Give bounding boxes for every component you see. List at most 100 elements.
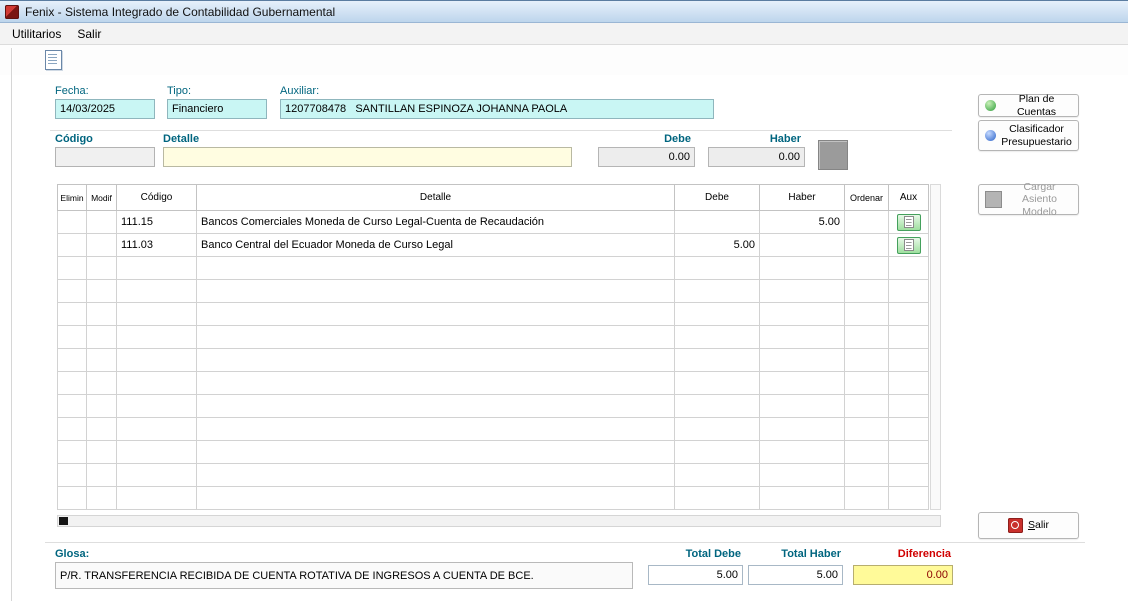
empty-cell bbox=[760, 487, 845, 510]
grid-hscrollbar[interactable] bbox=[57, 515, 941, 527]
fecha-input[interactable] bbox=[55, 99, 155, 119]
table-row-empty bbox=[58, 395, 929, 418]
salir-rest: alir bbox=[1035, 519, 1049, 531]
cell-ordenar bbox=[845, 211, 889, 234]
cargar-asiento-modelo-button[interactable]: Cargar Asiento Modelo bbox=[978, 184, 1079, 215]
tipo-input[interactable] bbox=[167, 99, 267, 119]
aux-button[interactable] bbox=[897, 214, 921, 231]
left-panel-divider bbox=[11, 48, 12, 601]
table-row-empty bbox=[58, 372, 929, 395]
fecha-label: Fecha: bbox=[55, 85, 89, 97]
empty-cell bbox=[87, 395, 117, 418]
auxiliar-input[interactable] bbox=[280, 99, 714, 119]
document-icon bbox=[904, 216, 914, 228]
menu-utilitarios[interactable]: Utilitarios bbox=[4, 25, 69, 43]
aux-button[interactable] bbox=[897, 237, 921, 254]
salir-button[interactable]: Salir bbox=[978, 512, 1079, 539]
cell-elimin[interactable] bbox=[58, 234, 87, 257]
grid-vscrollbar[interactable] bbox=[930, 184, 941, 510]
col-header-detalle: Detalle bbox=[197, 185, 675, 211]
total-haber-label: Total Haber bbox=[748, 548, 841, 560]
table-row-empty bbox=[58, 487, 929, 510]
add-entry-button[interactable] bbox=[818, 140, 848, 170]
menu-salir[interactable]: Salir bbox=[69, 25, 109, 43]
empty-cell bbox=[675, 372, 760, 395]
menubar: Utilitarios Salir bbox=[0, 23, 1128, 45]
empty-cell bbox=[845, 372, 889, 395]
empty-cell bbox=[760, 326, 845, 349]
empty-cell bbox=[889, 418, 929, 441]
power-icon bbox=[1008, 518, 1023, 533]
auxiliar-label: Auxiliar: bbox=[280, 85, 319, 97]
table-row[interactable]: 111.03 Banco Central del Ecuador Moneda … bbox=[58, 234, 929, 257]
cargar-line2: Modelo bbox=[1022, 206, 1056, 218]
plan-de-cuentas-button[interactable]: Plan de Cuentas bbox=[978, 94, 1079, 117]
table-row-empty bbox=[58, 257, 929, 280]
clasificador-line1: Clasificador bbox=[1009, 123, 1064, 135]
cell-debe: 5.00 bbox=[675, 234, 760, 257]
empty-cell bbox=[58, 441, 87, 464]
cell-modif[interactable] bbox=[87, 211, 117, 234]
cell-modif[interactable] bbox=[87, 234, 117, 257]
empty-cell bbox=[197, 441, 675, 464]
empty-cell bbox=[87, 349, 117, 372]
empty-cell bbox=[197, 280, 675, 303]
empty-cell bbox=[117, 464, 197, 487]
empty-cell bbox=[889, 464, 929, 487]
detalle-entry-label: Detalle bbox=[163, 133, 199, 145]
table-row-empty bbox=[58, 418, 929, 441]
empty-cell bbox=[889, 280, 929, 303]
footer-separator bbox=[45, 542, 1085, 543]
cell-haber: 5.00 bbox=[760, 211, 845, 234]
empty-cell bbox=[675, 349, 760, 372]
debe-entry-input[interactable] bbox=[598, 147, 695, 167]
clasificador-presupuestario-button[interactable]: Clasificador Presupuestario bbox=[978, 120, 1079, 151]
plan-de-cuentas-label: Plan de Cuentas bbox=[1001, 93, 1072, 117]
empty-cell bbox=[760, 280, 845, 303]
cell-haber bbox=[760, 234, 845, 257]
empty-cell bbox=[675, 464, 760, 487]
empty-cell bbox=[58, 464, 87, 487]
salir-label: Salir bbox=[1028, 519, 1049, 531]
empty-cell bbox=[87, 487, 117, 510]
empty-cell bbox=[117, 257, 197, 280]
empty-cell bbox=[87, 280, 117, 303]
empty-cell bbox=[117, 487, 197, 510]
empty-cell bbox=[845, 280, 889, 303]
new-document-icon[interactable] bbox=[45, 50, 62, 70]
table-row[interactable]: 111.15 Bancos Comerciales Moneda de Curs… bbox=[58, 211, 929, 234]
empty-cell bbox=[889, 349, 929, 372]
empty-cell bbox=[845, 257, 889, 280]
empty-cell bbox=[87, 303, 117, 326]
empty-cell bbox=[845, 395, 889, 418]
tipo-label: Tipo: bbox=[167, 85, 191, 97]
empty-cell bbox=[117, 418, 197, 441]
glosa-input[interactable] bbox=[55, 562, 633, 589]
detalle-entry-input[interactable] bbox=[163, 147, 572, 167]
col-header-elimin: Elimin bbox=[58, 185, 87, 211]
empty-cell bbox=[87, 441, 117, 464]
salir-accel: S bbox=[1028, 519, 1035, 531]
cargar-line1: Cargar Asiento bbox=[1022, 181, 1057, 205]
cell-codigo: 111.03 bbox=[117, 234, 197, 257]
empty-cell bbox=[197, 418, 675, 441]
empty-cell bbox=[58, 257, 87, 280]
empty-cell bbox=[760, 372, 845, 395]
empty-cell bbox=[675, 280, 760, 303]
empty-cell bbox=[675, 395, 760, 418]
haber-entry-input[interactable] bbox=[708, 147, 805, 167]
empty-cell bbox=[58, 395, 87, 418]
diferencia-value bbox=[853, 565, 953, 585]
codigo-entry-input[interactable] bbox=[55, 147, 155, 167]
empty-cell bbox=[87, 326, 117, 349]
empty-cell bbox=[675, 303, 760, 326]
hscrollbar-thumb[interactable] bbox=[59, 517, 68, 525]
table-row-empty bbox=[58, 441, 929, 464]
empty-cell bbox=[675, 326, 760, 349]
empty-cell bbox=[889, 441, 929, 464]
gray-square-icon bbox=[985, 191, 1002, 208]
cell-elimin[interactable] bbox=[58, 211, 87, 234]
empty-cell bbox=[675, 418, 760, 441]
empty-cell bbox=[845, 464, 889, 487]
empty-cell bbox=[889, 395, 929, 418]
